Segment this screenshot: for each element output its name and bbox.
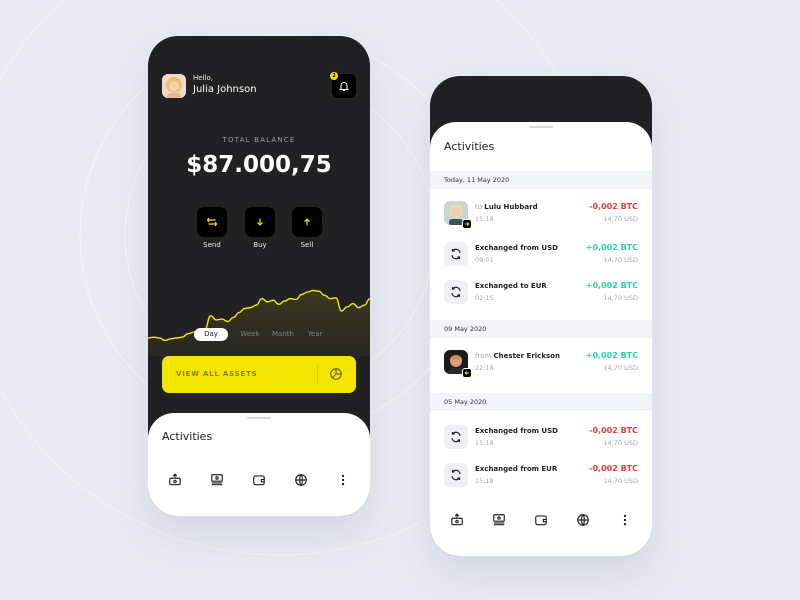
more-vertical-icon xyxy=(341,474,345,486)
period-day[interactable]: Day xyxy=(194,328,228,341)
activity-item[interactable]: Exchanged from EUR 15:18 -0,002 BTC 14,7… xyxy=(430,457,652,495)
outgoing-icon xyxy=(462,219,472,229)
balance-chart xyxy=(148,289,370,356)
greeting: Hello, xyxy=(193,74,213,82)
send-label: Send xyxy=(203,241,221,249)
buy-button[interactable] xyxy=(245,207,275,237)
bell-icon xyxy=(338,82,350,91)
swap-arrows-icon xyxy=(206,217,218,227)
date-header: Today, 11 May 2020 xyxy=(430,171,652,189)
activities-panel: Activities Today, 11 May 2020 to Lulu Hu… xyxy=(430,122,652,556)
bottom-nav xyxy=(148,460,370,500)
arrow-down-icon xyxy=(257,218,263,226)
sheet-handle[interactable] xyxy=(247,417,271,419)
nav-money[interactable] xyxy=(487,508,511,532)
balance-label: TOTAL BALANCE xyxy=(222,136,296,144)
activity-amount: -0,002 BTC xyxy=(589,464,638,473)
period-month[interactable]: Month xyxy=(266,328,300,341)
exchange-icon xyxy=(444,242,468,266)
user-name: Julia Johnson xyxy=(193,84,257,95)
more-vertical-icon xyxy=(623,514,627,526)
activity-usd: 14,70 USD xyxy=(603,477,638,485)
activity-title: Exchanged from USD xyxy=(475,244,558,252)
user-avatar[interactable] xyxy=(162,74,186,98)
sell-button[interactable] xyxy=(292,207,322,237)
activity-usd: 14,70 USD xyxy=(603,256,638,264)
balance-value: $87.000,75 xyxy=(186,152,332,178)
activity-item[interactable]: Exchanged from USD 15:18 -0,002 BTC 14,7… xyxy=(430,419,652,457)
view-all-assets-button[interactable]: VIEW ALL ASSETS xyxy=(162,356,356,393)
activity-item[interactable]: Exchanged to EUR 02:15 +0,002 BTC 14,70 … xyxy=(430,274,652,312)
activity-amount: +0,002 BTC xyxy=(585,243,638,252)
activities-title: Activities xyxy=(444,140,495,153)
divider xyxy=(317,365,318,384)
deposit-icon xyxy=(169,473,181,486)
activity-item[interactable]: to Lulu Hubbard 15:18 -0,002 BTC 14,70 U… xyxy=(430,195,652,233)
nav-more[interactable] xyxy=(613,508,637,532)
activity-time: 15:18 xyxy=(475,215,494,223)
period-week[interactable]: Week xyxy=(233,328,267,341)
activity-time: 02:15 xyxy=(475,294,494,302)
date-header: 09 May 2020 xyxy=(430,320,652,338)
period-year[interactable]: Year xyxy=(298,328,332,341)
wallet-icon xyxy=(535,515,547,526)
activities-sheet[interactable]: Activities xyxy=(148,413,370,516)
activity-time: 09:01 xyxy=(475,256,494,264)
activity-time: 15:18 xyxy=(475,439,494,447)
activity-time: 15:18 xyxy=(475,477,494,485)
nav-deposit[interactable] xyxy=(163,468,187,492)
nav-money[interactable] xyxy=(205,468,229,492)
globe-icon xyxy=(295,474,307,486)
bottom-nav xyxy=(430,500,652,540)
nav-deposit[interactable] xyxy=(445,508,469,532)
activity-amount: -0,002 BTC xyxy=(589,202,638,211)
activity-item[interactable]: Exchanged from USD 09:01 +0,002 BTC 14,7… xyxy=(430,236,652,274)
exchange-icon xyxy=(444,280,468,304)
activities-screen: Activities Today, 11 May 2020 to Lulu Hu… xyxy=(430,76,652,556)
money-icon xyxy=(493,514,505,526)
buy-label: Buy xyxy=(253,241,267,249)
pie-chart-icon xyxy=(330,368,342,380)
exchange-icon xyxy=(444,425,468,449)
money-icon xyxy=(211,474,223,486)
notification-badge: 2 xyxy=(330,72,338,80)
activity-usd: 14,70 USD xyxy=(603,364,638,372)
activity-title: to Lulu Hubbard xyxy=(475,203,538,211)
background-rings xyxy=(0,0,601,556)
deposit-icon xyxy=(451,513,463,526)
activity-title: from Chester Erickson xyxy=(475,352,560,360)
exchange-icon xyxy=(444,463,468,487)
nav-wallet[interactable] xyxy=(247,468,271,492)
activity-amount: +0,002 BTC xyxy=(585,281,638,290)
sheet-handle[interactable] xyxy=(529,126,553,128)
view-all-assets-label: VIEW ALL ASSETS xyxy=(176,370,258,378)
chart-area xyxy=(148,290,370,356)
activity-usd: 14,70 USD xyxy=(603,215,638,223)
activity-amount: +0,002 BTC xyxy=(585,351,638,360)
activity-title: Exchanged to EUR xyxy=(475,282,547,290)
nav-globe[interactable] xyxy=(571,508,595,532)
send-button[interactable] xyxy=(197,207,227,237)
activity-usd: 14,70 USD xyxy=(603,439,638,447)
activity-amount: -0,002 BTC xyxy=(589,426,638,435)
nav-globe[interactable] xyxy=(289,468,313,492)
activities-title: Activities xyxy=(162,430,213,443)
activity-item[interactable]: from Chester Erickson 22:18 +0,002 BTC 1… xyxy=(430,344,652,382)
sell-label: Sell xyxy=(300,241,314,249)
globe-icon xyxy=(577,514,589,526)
wallet-icon xyxy=(253,475,265,486)
activity-time: 22:18 xyxy=(475,364,494,372)
activity-title: Exchanged from EUR xyxy=(475,465,558,473)
activity-usd: 14,70 USD xyxy=(603,294,638,302)
activity-title: Exchanged from USD xyxy=(475,427,558,435)
date-header: 05 May 2020 xyxy=(430,393,652,411)
nav-wallet[interactable] xyxy=(529,508,553,532)
home-screen: Hello, Julia Johnson 2 TOTAL BALANCE $87… xyxy=(148,36,370,516)
nav-more[interactable] xyxy=(331,468,355,492)
incoming-icon xyxy=(462,368,472,378)
arrow-up-icon xyxy=(304,218,310,226)
